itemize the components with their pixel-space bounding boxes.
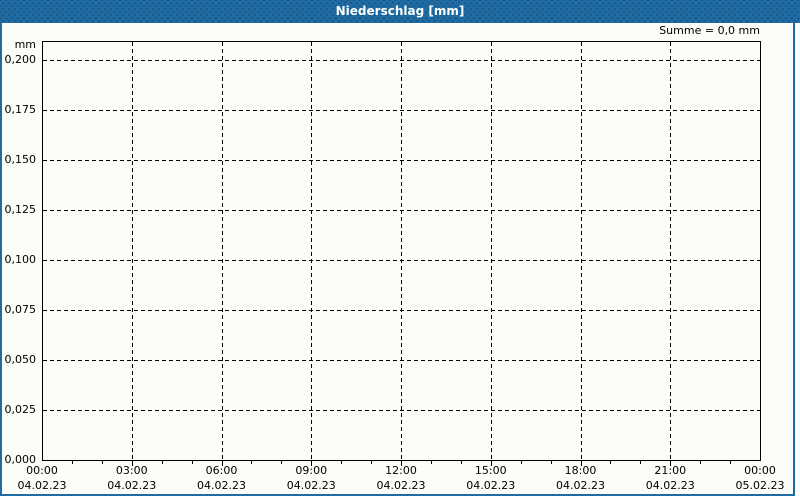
x-tick-date-label: 04.02.23 <box>376 479 426 492</box>
x-tick-time-label: 09:00 <box>295 464 328 477</box>
x-tick-time-label: 15:00 <box>474 464 507 477</box>
x-tick-time-label: 00:00 <box>26 464 58 477</box>
x-tick-date-label: 04.02.23 <box>645 479 695 492</box>
y-tick-label: 0,025 <box>4 403 37 416</box>
x-tick-time-label: 06:00 <box>205 464 238 477</box>
y-tick-label: 0,125 <box>4 203 37 216</box>
x-tick-date-label: 04.02.23 <box>197 479 246 492</box>
y-tick-label: 0,100 <box>4 253 37 266</box>
y-tick-label: 0,075 <box>4 303 37 316</box>
x-tick-time-label: 18:00 <box>564 464 597 477</box>
x-tick-date-label: 05.02.23 <box>735 479 785 492</box>
x-tick-time-label: 03:00 <box>115 464 148 477</box>
plot-area <box>42 41 761 466</box>
x-tick-date-label: 04.02.23 <box>556 479 605 492</box>
y-tick-label: 0,200 <box>4 53 37 66</box>
plot-border-group <box>42 41 761 461</box>
x-tick-time-label: 21:00 <box>654 464 687 477</box>
precipitation-chart-window: Niederschlag [mm] Summe = 0,0 mm mm 0,00… <box>0 0 800 500</box>
x-tick-time-label: 00:00 <box>744 464 776 477</box>
y-tick-label: 0,175 <box>4 103 37 116</box>
x-tick-date-label: 04.02.23 <box>17 479 67 492</box>
x-tick-date-label: 04.02.23 <box>286 479 336 492</box>
x-tick-date-label: 04.02.23 <box>107 479 157 492</box>
gridlines-group <box>43 42 760 460</box>
y-tick-label: 0,150 <box>4 153 37 166</box>
y-tick-label: 0,050 <box>4 353 37 366</box>
plot-border <box>42 41 761 461</box>
x-tick-date-label: 04.02.23 <box>466 479 516 492</box>
x-tick-time-label: 12:00 <box>385 464 417 477</box>
